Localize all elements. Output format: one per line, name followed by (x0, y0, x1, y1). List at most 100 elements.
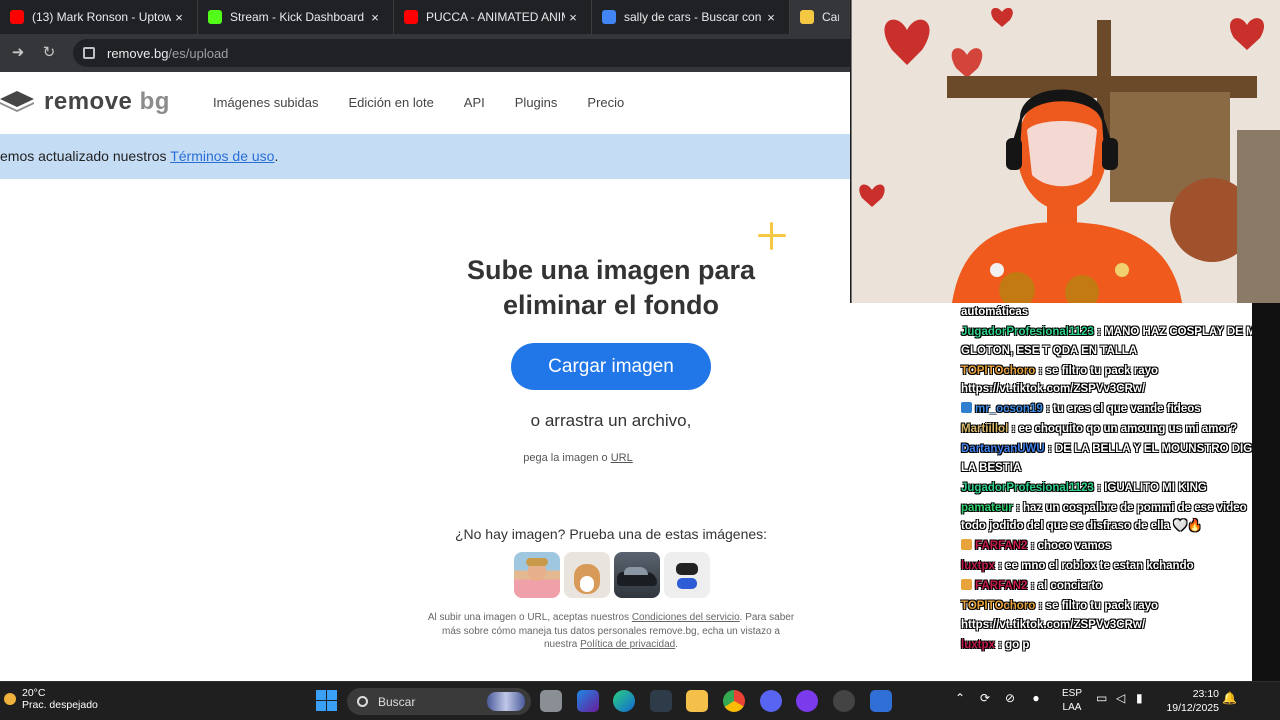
site-info-icon[interactable] (83, 47, 95, 59)
legal-notice: Al subir una imagen o URL, aceptas nuest… (425, 611, 797, 652)
volume-icon[interactable]: ◁ (1116, 691, 1125, 705)
tab-close-icon[interactable]: × (763, 10, 779, 25)
chat-separator: : (994, 638, 1006, 651)
browser-toolbar: ➜ ↻ remove.bg/es/upload (0, 34, 863, 72)
browser-tab[interactable]: PUCCA - ANIMATED ANIME OP× (394, 0, 592, 34)
chat-username: FARFAN2 (975, 580, 1028, 592)
forward-icon[interactable]: ➜ (8, 43, 28, 63)
sample-image-person[interactable] (514, 552, 560, 598)
tab-close-icon[interactable]: × (367, 10, 383, 25)
tab-close-icon[interactable]: × (171, 10, 187, 25)
browser-tab[interactable]: Carga (790, 0, 850, 34)
sample-image-gamepad[interactable] (664, 552, 710, 598)
chat-separator: : (1035, 600, 1046, 612)
input-language[interactable]: ESP LAA (1062, 687, 1082, 715)
browser-tab[interactable]: sally de cars - Buscar con Goog× (592, 0, 790, 34)
chrome-icon[interactable] (723, 690, 745, 712)
menu-item-plugins[interactable]: Plugins (515, 95, 558, 110)
browser-tab[interactable]: (13) Mark Ronson - Uptown Fu× (0, 0, 198, 34)
menu-item-uploaded-images[interactable]: Imágenes subidas (213, 95, 319, 110)
tab-label: sally de cars - Buscar con Goog (624, 10, 763, 24)
search-icon (357, 696, 368, 707)
terms-link[interactable]: Términos de uso (170, 148, 274, 164)
chat-message: JugadorProfesional1123 : IGUALITO MI KIN… (961, 479, 1271, 498)
chat-username: luxtpx (961, 638, 995, 651)
legal-text-3: . (675, 639, 678, 650)
menu-item-api[interactable]: API (464, 95, 485, 110)
tab-label: Carga (822, 10, 839, 24)
battery-icon[interactable]: ▮ (1136, 691, 1143, 705)
headline-line-1: Sube una imagen para (466, 255, 756, 285)
webcam-overlay (851, 0, 1280, 303)
removebg-icon (800, 10, 814, 24)
menu-item-bulk-editing[interactable]: Edición en lote (349, 95, 434, 110)
reload-icon[interactable]: ↻ (39, 43, 59, 63)
tab-label: PUCCA - ANIMATED ANIME OP (426, 10, 565, 24)
windows-start-icon[interactable] (316, 690, 337, 711)
show-hidden-icons[interactable]: ⌃ (955, 691, 965, 705)
roblox-icon[interactable] (870, 690, 892, 712)
webcam-image (852, 0, 1280, 303)
sync-icon[interactable]: ⟳ (980, 691, 990, 705)
chat-badge-icon (961, 402, 972, 413)
system-clock[interactable]: 23:10 19/12/2025 (1163, 687, 1219, 715)
menu-item-pricing[interactable]: Precio (587, 95, 624, 110)
site-header: remove bg Imágenes subidas Edición en lo… (0, 72, 850, 134)
chat-separator: : (1093, 326, 1105, 338)
task-view-icon[interactable] (540, 690, 562, 712)
network-off-icon[interactable]: ⊘ (1005, 691, 1015, 705)
chat-separator: : (1012, 501, 1024, 514)
chat-text: automáticas (961, 306, 1029, 318)
temperature: 20°C (22, 687, 46, 699)
chat-message: TOPITOchoro : se filtro tu pack rayo htt… (961, 597, 1271, 634)
obs-studio-icon[interactable] (833, 690, 855, 712)
url-link[interactable]: URL (611, 452, 633, 464)
edge-icon[interactable] (613, 690, 635, 712)
sample-image-car[interactable] (614, 552, 660, 598)
stream-chat: automáticas JugadorProfesional1123 : MANO… (850, 303, 1264, 681)
chat-separator: : (1008, 423, 1019, 435)
weather-condition: Prac. despejado (22, 699, 98, 711)
headline-line-2: eliminar el fondo (502, 290, 720, 320)
chat-separator: : (1027, 580, 1038, 592)
chat-text: IGUALITO MI KING (1104, 481, 1207, 494)
address-bar[interactable]: remove.bg/es/upload (73, 39, 863, 67)
search-highlight-image (487, 692, 525, 711)
main-menu: Imágenes subidas Edición en lote API Plu… (213, 95, 624, 110)
chat-username: Martiillol (961, 423, 1009, 435)
chat-badge-icon (961, 539, 972, 550)
upload-image-button[interactable]: Cargar imagen (511, 343, 711, 390)
chat-message: FARFAN2 : al concierto (961, 577, 1271, 596)
weather-widget[interactable]: 20°C Prac. despejado (4, 687, 98, 711)
chat-message: automáticas (961, 303, 1271, 322)
clock-date: 19/12/2025 (1166, 702, 1219, 714)
copilot-icon[interactable] (577, 690, 599, 712)
chat-message: JugadorProfesional1123 : MANO HAZ COSPLA… (961, 323, 1271, 360)
chat-text: ee choquito qo un amoung us mi amor? (1018, 423, 1238, 435)
chat-username: pamateur (961, 501, 1013, 514)
obs-like-app-icon[interactable] (796, 690, 818, 712)
privacy-policy-link[interactable]: Política de privacidad (580, 639, 675, 650)
notifications-icon[interactable]: 🔔 (1222, 691, 1237, 705)
chat-message: TOPITOchoro : se filtro tu pack rayo htt… (961, 362, 1271, 399)
file-explorer-icon[interactable] (686, 690, 708, 712)
chat-text: ee mno el roblox te estan kchando (1005, 560, 1194, 572)
clock-time: 23:10 (1192, 688, 1219, 700)
dark-strip (1252, 303, 1280, 681)
logo-text: remove bg (44, 88, 170, 115)
chat-text: al concierto (1037, 580, 1103, 592)
store-icon[interactable] (650, 690, 672, 712)
browser-tab[interactable]: Stream - Kick Dashboard × (198, 0, 394, 34)
drag-file-text: o arrastra un archivo, (530, 411, 692, 430)
tab-close-icon[interactable]: × (565, 10, 581, 25)
banner-period: . (274, 148, 279, 164)
microphone-icon[interactable]: ⦁ (1033, 691, 1039, 706)
chat-text: go p (1005, 638, 1030, 651)
chat-separator: : (1044, 443, 1055, 455)
taskbar-search[interactable]: Buscar (347, 688, 531, 715)
terms-of-service-link[interactable]: Condiciones del servicio (632, 612, 740, 623)
display-icon[interactable]: ▭ (1096, 691, 1107, 705)
removebg-logo[interactable]: remove bg (0, 88, 170, 116)
sample-image-dog[interactable] (564, 552, 610, 598)
discord-icon[interactable] (760, 690, 782, 712)
